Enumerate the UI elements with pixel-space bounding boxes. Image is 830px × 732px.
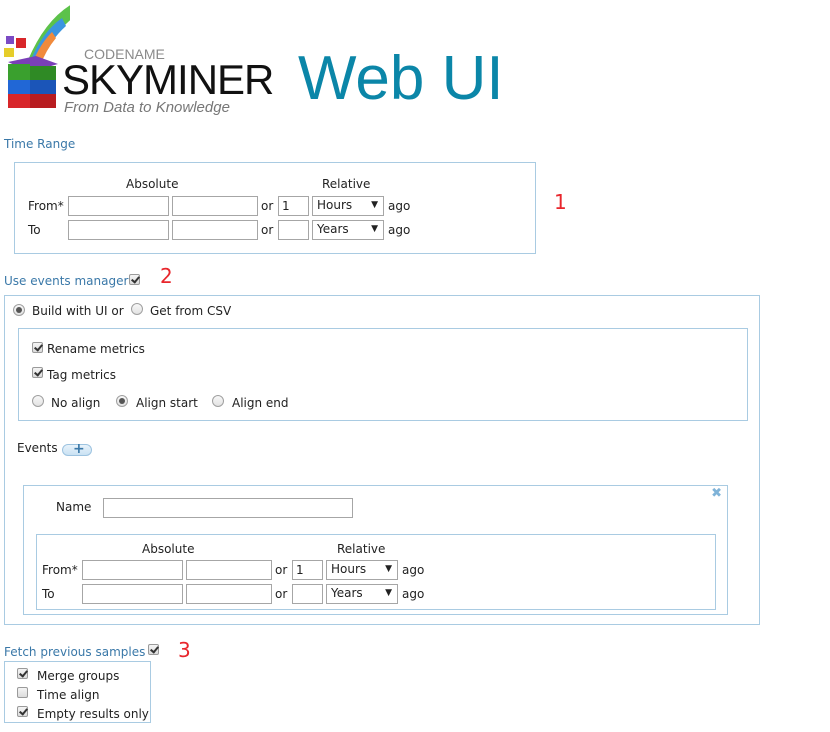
events-options-panel: Rename metrics Tag metrics No align Alig… <box>18 328 748 421</box>
event-from-or-label: or <box>275 563 288 577</box>
time-align-label: Time align <box>37 688 100 702</box>
fetch-previous-samples-label: Fetch previous samples <box>4 645 146 659</box>
to-date-input[interactable] <box>68 220 169 240</box>
event-to-label: To <box>42 587 55 601</box>
events-manager-panel: Build with UI or Get from CSV Rename met… <box>4 295 760 625</box>
event-absolute-header: Absolute <box>142 542 195 556</box>
dropdown-arrow-icon: ▼ <box>385 588 392 598</box>
empty-results-only-checkbox[interactable] <box>17 706 28 717</box>
align-end-label: Align end <box>232 396 289 410</box>
to-time-input[interactable] <box>172 220 258 240</box>
from-label: From* <box>28 199 64 213</box>
logo-name: SKYMINER <box>62 56 274 103</box>
rename-metrics-checkbox[interactable] <box>32 342 43 353</box>
merge-groups-checkbox[interactable] <box>17 668 28 679</box>
align-end-radio[interactable] <box>212 395 224 407</box>
from-ago-label: ago <box>388 199 411 213</box>
annotation-3: 3 <box>178 638 191 662</box>
align-start-label: Align start <box>136 396 198 410</box>
logo-tagline: From Data to Knowledge <box>64 99 230 116</box>
from-relative-unit-value: Hours <box>317 198 353 212</box>
event-from-relative-unit-value: Hours <box>331 562 367 576</box>
to-label: To <box>28 223 41 237</box>
merge-groups-label: Merge groups <box>37 669 120 683</box>
plus-icon: + <box>73 441 85 457</box>
event-name-input[interactable] <box>103 498 353 518</box>
annotation-1: 1 <box>554 190 567 214</box>
event-to-relative-value-input[interactable] <box>292 584 323 604</box>
absolute-header: Absolute <box>126 177 179 191</box>
time-range-panel: Absolute Relative From* or Hours ▼ ago T… <box>14 162 536 254</box>
use-events-manager-checkbox[interactable] <box>129 274 140 285</box>
to-relative-unit-value: Years <box>317 222 349 236</box>
relative-header: Relative <box>322 177 371 191</box>
add-event-button[interactable]: + <box>62 441 92 457</box>
event-to-or-label: or <box>275 587 288 601</box>
event-panel: ✖ Name Absolute Relative From* or Hours … <box>23 485 728 615</box>
fetch-options-panel: Merge groups Time align Empty results on… <box>4 661 151 723</box>
from-relative-value-input[interactable] <box>278 196 309 216</box>
event-relative-header: Relative <box>337 542 386 556</box>
from-date-input[interactable] <box>68 196 169 216</box>
event-to-relative-unit-select[interactable]: Years ▼ <box>326 584 398 604</box>
build-with-ui-label: Build with UI or <box>32 304 124 318</box>
event-from-label: From* <box>42 563 78 577</box>
empty-results-only-label: Empty results only <box>37 707 149 721</box>
event-time-range-panel: Absolute Relative From* or Hours ▼ ago T… <box>36 534 716 610</box>
event-from-ago-label: ago <box>402 563 425 577</box>
time-align-checkbox[interactable] <box>17 687 28 698</box>
from-relative-unit-select[interactable]: Hours ▼ <box>312 196 384 216</box>
build-with-ui-radio[interactable] <box>13 304 25 316</box>
get-from-csv-label: Get from CSV <box>150 304 232 318</box>
event-from-time-input[interactable] <box>186 560 272 580</box>
events-label: Events <box>17 441 58 455</box>
logo: CODENAME SKYMINER From Data to Knowledge <box>0 0 290 120</box>
event-from-relative-unit-select[interactable]: Hours ▼ <box>326 560 398 580</box>
event-from-date-input[interactable] <box>82 560 183 580</box>
event-to-time-input[interactable] <box>186 584 272 604</box>
align-start-radio[interactable] <box>116 395 128 407</box>
no-align-radio[interactable] <box>32 395 44 407</box>
time-range-label: Time Range <box>4 137 76 151</box>
event-name-label: Name <box>56 500 92 514</box>
close-icon[interactable]: ✖ <box>711 486 722 501</box>
rubiks-cube-logo-icon <box>4 5 70 108</box>
no-align-label: No align <box>51 396 101 410</box>
event-to-date-input[interactable] <box>82 584 183 604</box>
tag-metrics-checkbox[interactable] <box>32 367 43 378</box>
to-relative-value-input[interactable] <box>278 220 309 240</box>
dropdown-arrow-icon: ▼ <box>371 200 378 210</box>
tag-metrics-label: Tag metrics <box>47 368 117 382</box>
event-to-relative-unit-value: Years <box>331 586 363 600</box>
from-time-input[interactable] <box>172 196 258 216</box>
to-relative-unit-select[interactable]: Years ▼ <box>312 220 384 240</box>
event-from-relative-value-input[interactable] <box>292 560 323 580</box>
dropdown-arrow-icon: ▼ <box>385 564 392 574</box>
to-or-label: or <box>261 223 274 237</box>
from-or-label: or <box>261 199 274 213</box>
page-title: Web UI <box>298 44 504 113</box>
to-ago-label: ago <box>388 223 411 237</box>
get-from-csv-radio[interactable] <box>131 303 143 315</box>
fetch-previous-samples-checkbox[interactable] <box>148 644 159 655</box>
dropdown-arrow-icon: ▼ <box>371 224 378 234</box>
use-events-manager-label: Use events manager <box>4 274 129 288</box>
rename-metrics-label: Rename metrics <box>47 342 145 356</box>
event-to-ago-label: ago <box>402 587 425 601</box>
annotation-2: 2 <box>160 264 173 288</box>
